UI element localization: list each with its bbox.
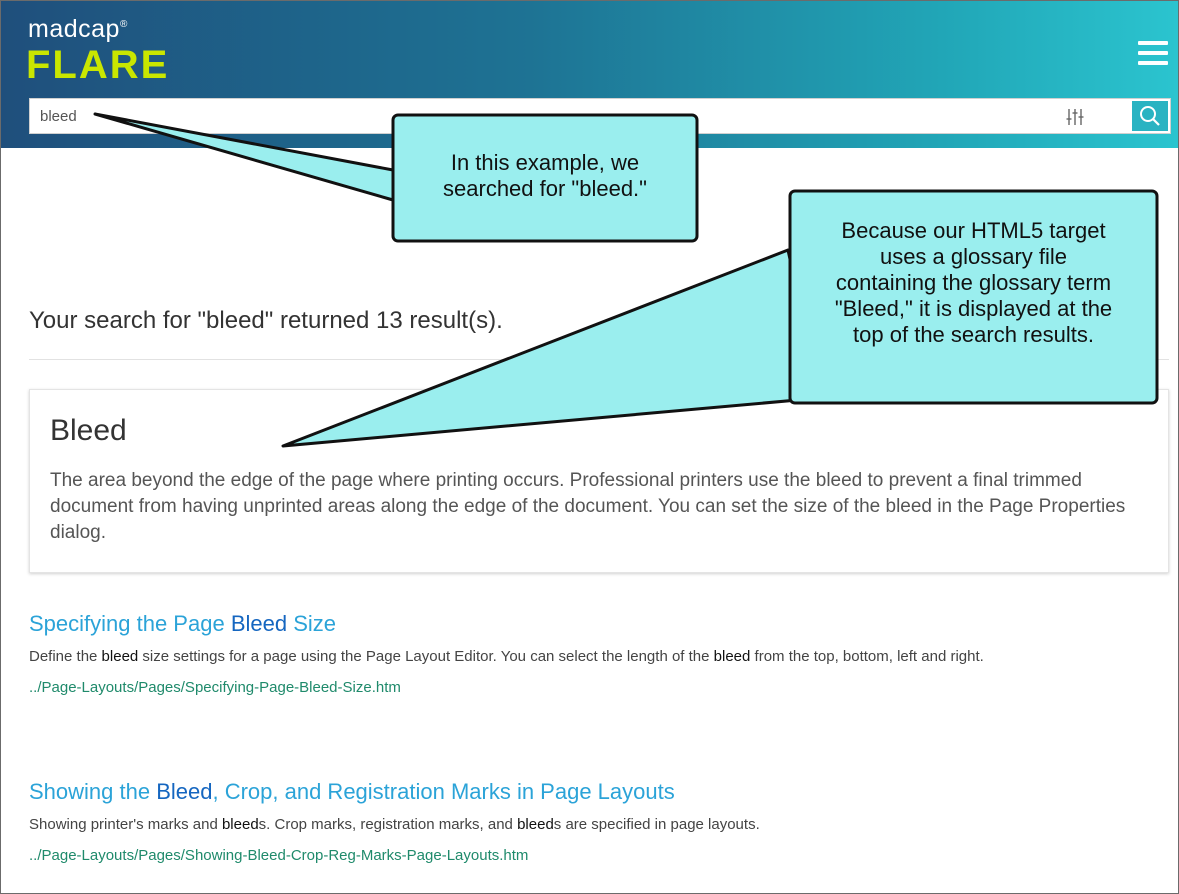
divider bbox=[29, 359, 1169, 360]
results-summary: Your search for "bleed" returned 13 resu… bbox=[29, 307, 503, 334]
sliders-filter-icon[interactable] bbox=[1065, 107, 1085, 127]
result-title-link[interactable]: Showing the Bleed, Crop, and Registratio… bbox=[29, 779, 1169, 805]
callout-text-glossary: Because our HTML5 target uses a glossary… bbox=[834, 218, 1113, 347]
glossary-definition: The area beyond the edge of the page whe… bbox=[50, 470, 1126, 543]
search-result: Showing the Bleed, Crop, and Registratio… bbox=[29, 779, 1169, 864]
glossary-term: Bleed bbox=[50, 414, 127, 447]
browser-frame: madcap® FLARE Your s bbox=[0, 0, 1179, 894]
header-bar: madcap® FLARE bbox=[1, 1, 1178, 148]
callout-text-search: In this example, we searched for "bleed.… bbox=[443, 150, 647, 201]
hamburger-menu-icon[interactable] bbox=[1138, 41, 1168, 65]
result-url[interactable]: ../Page-Layouts/Pages/Specifying-Page-Bl… bbox=[29, 679, 1169, 696]
search-result: Specifying the Page Bleed Size Define th… bbox=[29, 611, 1169, 696]
search-input[interactable] bbox=[40, 99, 1040, 133]
search-button[interactable] bbox=[1132, 101, 1168, 131]
logo-flare: FLARE bbox=[26, 43, 170, 87]
result-description: Define the bleed size settings for a pag… bbox=[29, 648, 984, 665]
search-bar bbox=[29, 98, 1171, 134]
logo-madcap: madcap® bbox=[28, 15, 128, 43]
result-url[interactable]: ../Page-Layouts/Pages/Showing-Bleed-Crop… bbox=[29, 847, 1169, 864]
search-icon bbox=[1140, 106, 1160, 126]
result-description: Showing printer's marks and bleeds. Crop… bbox=[29, 816, 760, 833]
result-title-link[interactable]: Specifying the Page Bleed Size bbox=[29, 611, 1169, 637]
glossary-card: Bleed The area beyond the edge of the pa… bbox=[29, 389, 1169, 573]
